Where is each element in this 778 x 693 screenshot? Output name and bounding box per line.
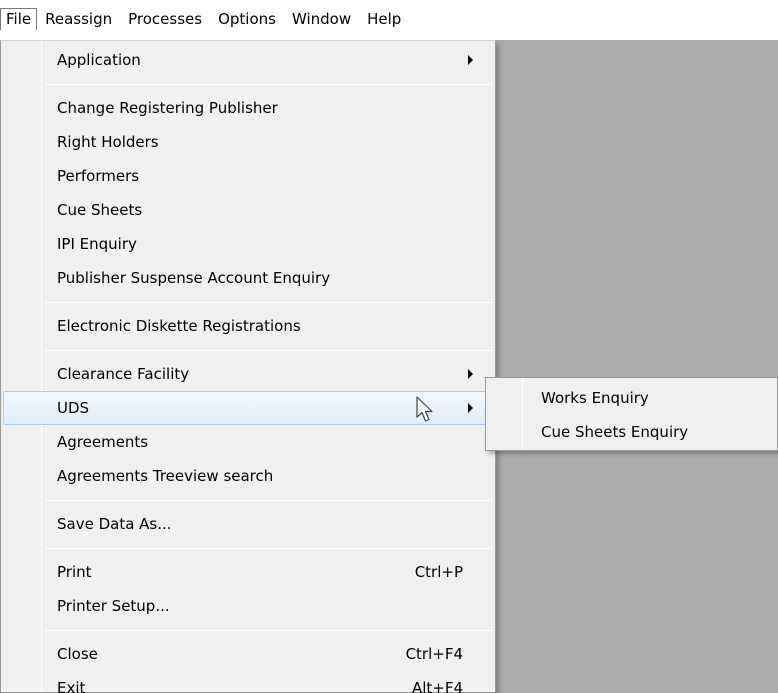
menu-item-label: Performers [57,167,140,185]
menu-item-label: Save Data As... [57,515,172,533]
menu-item-label: Publisher Suspense Account Enquiry [57,269,331,287]
menu-item-cue-sheets-enquiry[interactable]: Cue Sheets Enquiry [488,415,775,449]
uds-submenu: Works Enquiry Cue Sheets Enquiry [485,377,778,451]
triangle-right-icon [468,403,473,413]
triangle-right-icon [468,369,473,379]
menu-item-label: Application [57,51,141,69]
menu-item-exit[interactable]: Exit Alt+F4 [3,671,493,693]
triangle-right-icon [468,55,473,65]
menu-item-cue-sheets[interactable]: Cue Sheets [3,193,493,227]
menu-item-application[interactable]: Application [3,43,493,77]
arrow-pointer-icon [416,396,433,422]
menu-separator [45,548,493,549]
menu-item-label: Cue Sheets Enquiry [541,423,689,441]
menu-separator [45,350,493,351]
menu-item-agreements[interactable]: Agreements [3,425,493,459]
menu-window[interactable]: Window [284,8,359,30]
menu-item-performers[interactable]: Performers [3,159,493,193]
menu-item-label: Clearance Facility [57,365,190,383]
menu-item-save-data-as[interactable]: Save Data As... [3,507,493,541]
menu-item-label: Cue Sheets [57,201,143,219]
menu-item-shortcut: Ctrl+F4 [405,645,463,663]
menu-item-publisher-suspense-account-enquiry[interactable]: Publisher Suspense Account Enquiry [3,261,493,295]
menu-item-shortcut: Alt+F4 [411,679,463,693]
mdi-client-area [496,40,778,693]
menu-item-label: Close [57,645,98,663]
menu-processes[interactable]: Processes [120,8,210,30]
menu-item-change-registering-publisher[interactable]: Change Registering Publisher [3,91,493,125]
menu-options[interactable]: Options [210,8,284,30]
menu-item-label: Works Enquiry [541,389,649,407]
menu-help[interactable]: Help [359,8,409,30]
menu-item-label: Change Registering Publisher [57,99,278,117]
menu-item-label: Agreements Treeview search [57,467,274,485]
menu-separator [45,500,493,501]
menu-file[interactable]: File [0,8,38,30]
menu-separator [45,302,493,303]
menu-item-label: Printer Setup... [57,597,170,615]
menu-item-close[interactable]: Close Ctrl+F4 [3,637,493,671]
menu-item-electronic-diskette-registrations[interactable]: Electronic Diskette Registrations [3,309,493,343]
menu-item-label: Print [57,563,92,581]
menu-item-print[interactable]: Print Ctrl+P [3,555,493,589]
menu-item-agreements-treeview-search[interactable]: Agreements Treeview search [3,459,493,493]
menu-reassign[interactable]: Reassign [37,8,120,30]
menu-item-ipi-enquiry[interactable]: IPI Enquiry [3,227,493,261]
menu-item-printer-setup[interactable]: Printer Setup... [3,589,493,623]
menu-item-clearance-facility[interactable]: Clearance Facility [3,357,493,391]
menu-item-right-holders[interactable]: Right Holders [3,125,493,159]
menu-bar: File Reassign Processes Options Window H… [0,0,778,40]
menu-item-label: Electronic Diskette Registrations [57,317,301,335]
menu-item-label: Agreements [57,433,149,451]
menu-item-label: IPI Enquiry [57,235,137,253]
menu-separator [45,84,493,85]
menu-item-shortcut: Ctrl+P [414,563,463,581]
file-dropdown-menu: Application Change Registering Publisher… [0,40,496,693]
menu-separator [45,630,493,631]
menu-item-works-enquiry[interactable]: Works Enquiry [488,381,775,415]
menu-item-label: Right Holders [57,133,159,151]
menu-item-label: UDS [57,399,90,417]
menu-item-label: Exit [57,679,86,693]
